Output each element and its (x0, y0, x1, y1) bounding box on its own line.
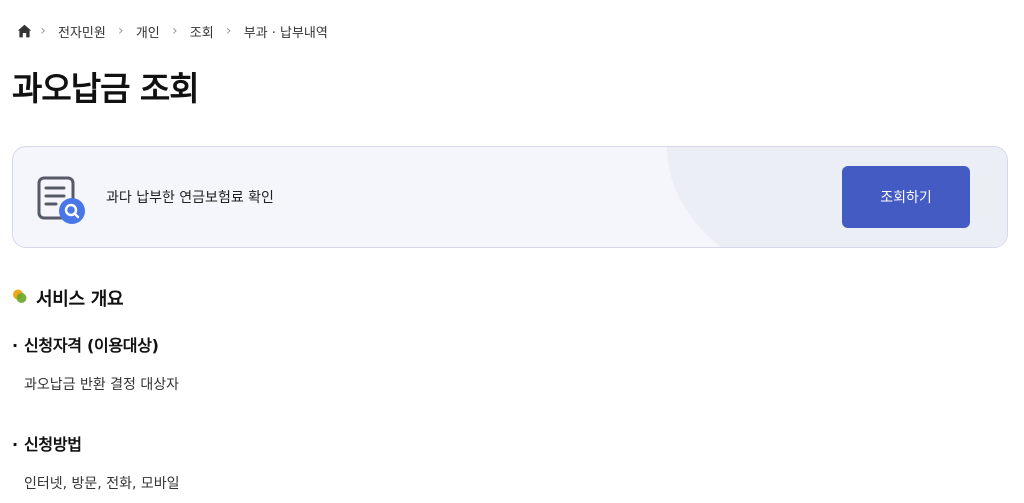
chevron-right-icon: › (171, 23, 178, 39)
breadcrumb-item-personal[interactable]: 개인 (132, 22, 164, 41)
eligibility-body: 과오납금 반환 결정 대상자 (24, 377, 180, 393)
home-icon[interactable] (16, 23, 32, 39)
page: › 전자민원 › 개인 › 조회 › 부과 · 납부내역 과오납금 조회 과다 … (0, 0, 1024, 503)
breadcrumb-item-civil[interactable]: 전자민원 (54, 22, 110, 41)
card-description: 과다 납부한 연금보험료 확인 (106, 190, 274, 206)
chevron-right-icon: › (225, 23, 232, 39)
inquiry-button[interactable]: 조회하기 (842, 166, 970, 228)
chevron-right-icon: › (118, 23, 124, 39)
chevron-right-icon: › (40, 23, 46, 39)
method-heading: · 신청방법 (12, 431, 82, 455)
breadcrumb-item-inquiry[interactable]: 조회 (186, 22, 218, 41)
bullet-dot: · (12, 435, 18, 454)
method-body: 인터넷, 방문, 전화, 모바일 (24, 476, 180, 492)
inquiry-card: 과다 납부한 연금보험료 확인 조회하기 (12, 146, 1008, 248)
page-title: 과오납금 조회 (12, 69, 200, 108)
breadcrumb-item-payment-history[interactable]: 부과 · 납부내역 (240, 22, 332, 41)
section-header: 서비스 개요 (12, 285, 124, 311)
document-search-icon (37, 175, 89, 227)
method-heading-text: 신청방법 (24, 435, 82, 454)
section-title: 서비스 개요 (36, 289, 124, 310)
section-bullet-icon (12, 288, 28, 308)
breadcrumb: › 전자민원 › 개인 › 조회 › 부과 · 납부내역 (16, 22, 332, 41)
bullet-dot: · (12, 336, 18, 355)
eligibility-heading-text: 신청자격 (이용대상) (24, 336, 159, 355)
eligibility-heading: · 신청자격 (이용대상) (12, 332, 159, 356)
